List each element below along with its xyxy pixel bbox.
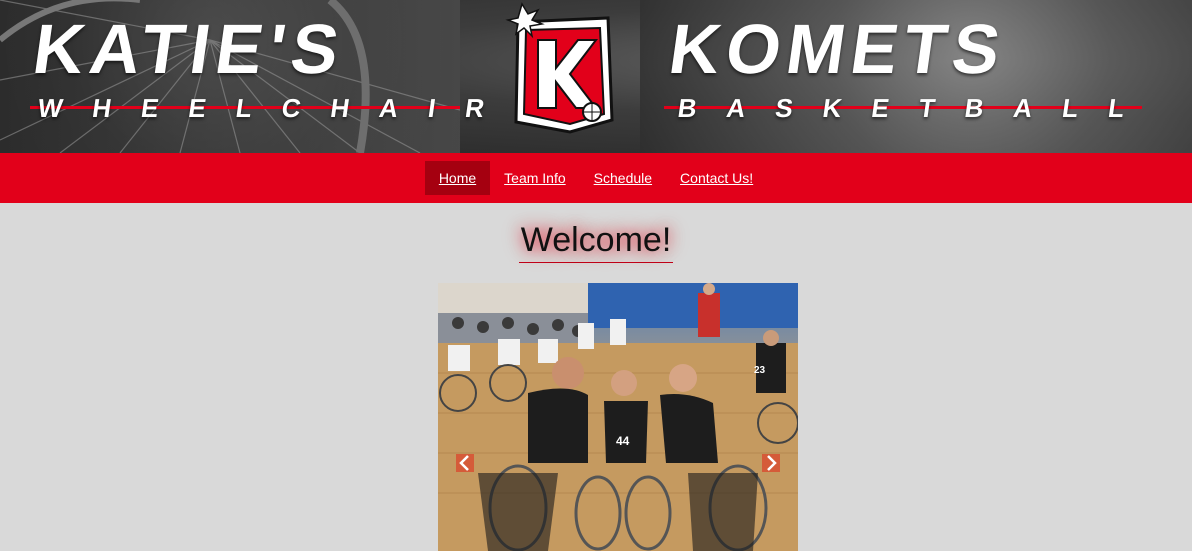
slideshow-next-button[interactable] bbox=[762, 454, 780, 472]
main-nav: Home Team Info Schedule Contact Us! bbox=[0, 153, 1192, 203]
jersey-number-23: 23 bbox=[754, 365, 766, 376]
slideshow-prev-button[interactable] bbox=[456, 454, 474, 472]
team-photo: 44 23 bbox=[438, 283, 798, 551]
team-photo-slideshow: 44 23 bbox=[438, 283, 798, 551]
jersey-number-44: 44 bbox=[616, 434, 630, 448]
nav-link-home[interactable]: Home bbox=[424, 161, 491, 195]
banner-subtitle-right: BASKETBALL bbox=[675, 93, 1157, 123]
welcome-heading-wrap: Welcome! bbox=[0, 221, 1192, 263]
nav-link-team-info[interactable]: Team Info bbox=[490, 161, 579, 195]
chevron-right-icon bbox=[762, 454, 780, 472]
komets-logo: K bbox=[500, 0, 626, 140]
banner-title-left: KATIE'S bbox=[28, 10, 350, 88]
nav-link-schedule[interactable]: Schedule bbox=[580, 161, 666, 195]
chevron-left-icon bbox=[456, 454, 474, 472]
nav-link-contact-us[interactable]: Contact Us! bbox=[666, 161, 767, 195]
main-content: Welcome! 44 23 bbox=[0, 203, 1192, 551]
banner-subtitle-left: WHEELCHAIR bbox=[35, 93, 517, 123]
site-banner: KATIE'S KOMETS WHEELCHAIR BASKETBALL K bbox=[0, 0, 1192, 153]
welcome-heading: Welcome! bbox=[518, 221, 674, 263]
banner-title-right: KOMETS bbox=[664, 10, 1011, 88]
